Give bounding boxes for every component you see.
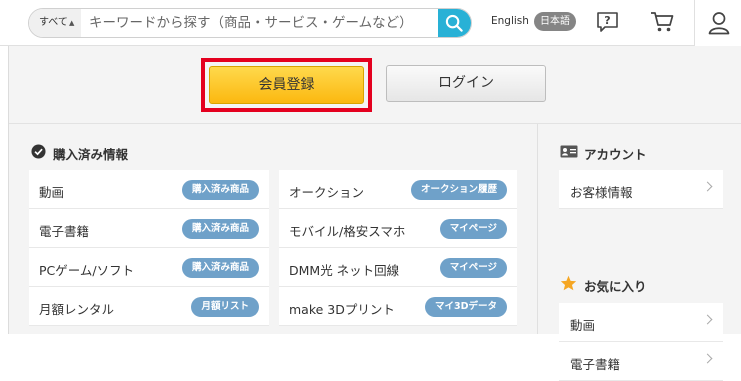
list-item[interactable]: 電子書籍 購入済み商品: [29, 209, 269, 248]
account-heading: アカウント: [560, 144, 647, 163]
mypage-badge[interactable]: マイページ: [439, 258, 507, 278]
favorites-list: 動画 電子書籍: [559, 303, 723, 381]
list-item[interactable]: お客様情報: [559, 170, 723, 209]
item-label: 動画: [39, 185, 65, 200]
select-arrows-icon: ▲: [69, 19, 75, 27]
item-label: モバイル/格安スマホ: [289, 224, 406, 239]
monthly-list-badge[interactable]: 月額リスト: [191, 297, 259, 317]
search-input[interactable]: [81, 9, 439, 37]
list-item[interactable]: 動画: [559, 303, 723, 342]
item-label: PCゲーム/ソフト: [39, 263, 135, 278]
my-3d-data-badge[interactable]: マイ3Dデータ: [425, 297, 507, 317]
star-icon: [560, 275, 577, 291]
purchased-list-right: オークション オークション履歴 モバイル/格安スマホ マイページ DMM光 ネッ…: [279, 170, 517, 326]
login-button[interactable]: ログイン: [386, 65, 546, 102]
purchased-badge[interactable]: 購入済み商品: [181, 258, 259, 278]
search-scope-label: すべて: [39, 17, 68, 28]
list-item[interactable]: モバイル/格安スマホ マイページ: [279, 209, 517, 248]
svg-text:?: ?: [604, 14, 610, 27]
account-dropdown-panel: 会員登録 ログイン 購入済み情報 動画 購入済み商品 電子書籍 購入済み商品 P…: [8, 46, 741, 381]
search-scope-select[interactable]: すべて ▲: [29, 9, 81, 37]
mypage-badge[interactable]: マイページ: [439, 219, 507, 239]
list-item[interactable]: 動画 購入済み商品: [29, 170, 269, 209]
search-bar: すべて ▲: [28, 8, 472, 38]
auction-history-badge[interactable]: オークション履歴: [410, 180, 507, 200]
user-icon: [708, 12, 730, 35]
item-label: 月額レンタル: [39, 302, 115, 317]
lang-english-link[interactable]: English: [491, 15, 529, 27]
list-item[interactable]: 月額レンタル 月額リスト: [29, 287, 269, 326]
register-highlight-frame: 会員登録: [201, 58, 372, 112]
search-button[interactable]: [438, 9, 471, 37]
purchased-badge[interactable]: 購入済み商品: [181, 219, 259, 239]
register-button[interactable]: 会員登録: [209, 66, 364, 104]
favorites-heading: お気に入り: [560, 275, 647, 295]
favorites-heading-label: お気に入り: [584, 279, 647, 294]
purchased-list-left: 動画 購入済み商品 電子書籍 購入済み商品 PCゲーム/ソフト 購入済み商品 月…: [29, 170, 269, 326]
list-item[interactable]: 電子書籍: [559, 342, 723, 381]
help-icon[interactable]: ?: [596, 11, 619, 33]
check-circle-icon: [31, 144, 46, 159]
search-icon: [445, 14, 463, 32]
cart-icon[interactable]: [650, 10, 675, 34]
purchased-badge[interactable]: 購入済み商品: [181, 180, 259, 200]
id-card-icon: [560, 145, 578, 158]
lang-japanese-badge[interactable]: 日本語: [534, 12, 576, 31]
purchased-info-heading: 購入済み情報: [31, 144, 128, 163]
item-label: 電子書籍: [39, 224, 90, 239]
item-label: 電子書籍: [570, 357, 621, 372]
list-item[interactable]: make 3Dプリント マイ3Dデータ: [279, 287, 517, 326]
user-menu-tab[interactable]: [694, 0, 741, 46]
account-list: お客様情報: [559, 170, 723, 209]
list-item[interactable]: DMM光 ネット回線 マイページ: [279, 248, 517, 287]
chevron-right-icon: [702, 353, 713, 364]
chevron-right-icon: [702, 314, 713, 325]
item-label: make 3Dプリント: [289, 302, 395, 317]
cta-row: 会員登録 ログイン: [9, 46, 741, 124]
item-label: DMM光 ネット回線: [289, 263, 400, 278]
item-label: 動画: [570, 318, 596, 333]
account-column: アカウント お客様情報 お気に入り 動画 電子書籍: [538, 124, 741, 381]
account-heading-label: アカウント: [584, 147, 647, 162]
purchased-heading-label: 購入済み情報: [53, 147, 129, 162]
list-item[interactable]: PCゲーム/ソフト 購入済み商品: [29, 248, 269, 287]
item-label: お客様情報: [570, 185, 633, 200]
list-item[interactable]: オークション オークション履歴: [279, 170, 517, 209]
item-label: オークション: [289, 185, 365, 200]
chevron-right-icon: [702, 181, 713, 192]
top-bar: すべて ▲ English 日本語 ?: [0, 0, 741, 46]
